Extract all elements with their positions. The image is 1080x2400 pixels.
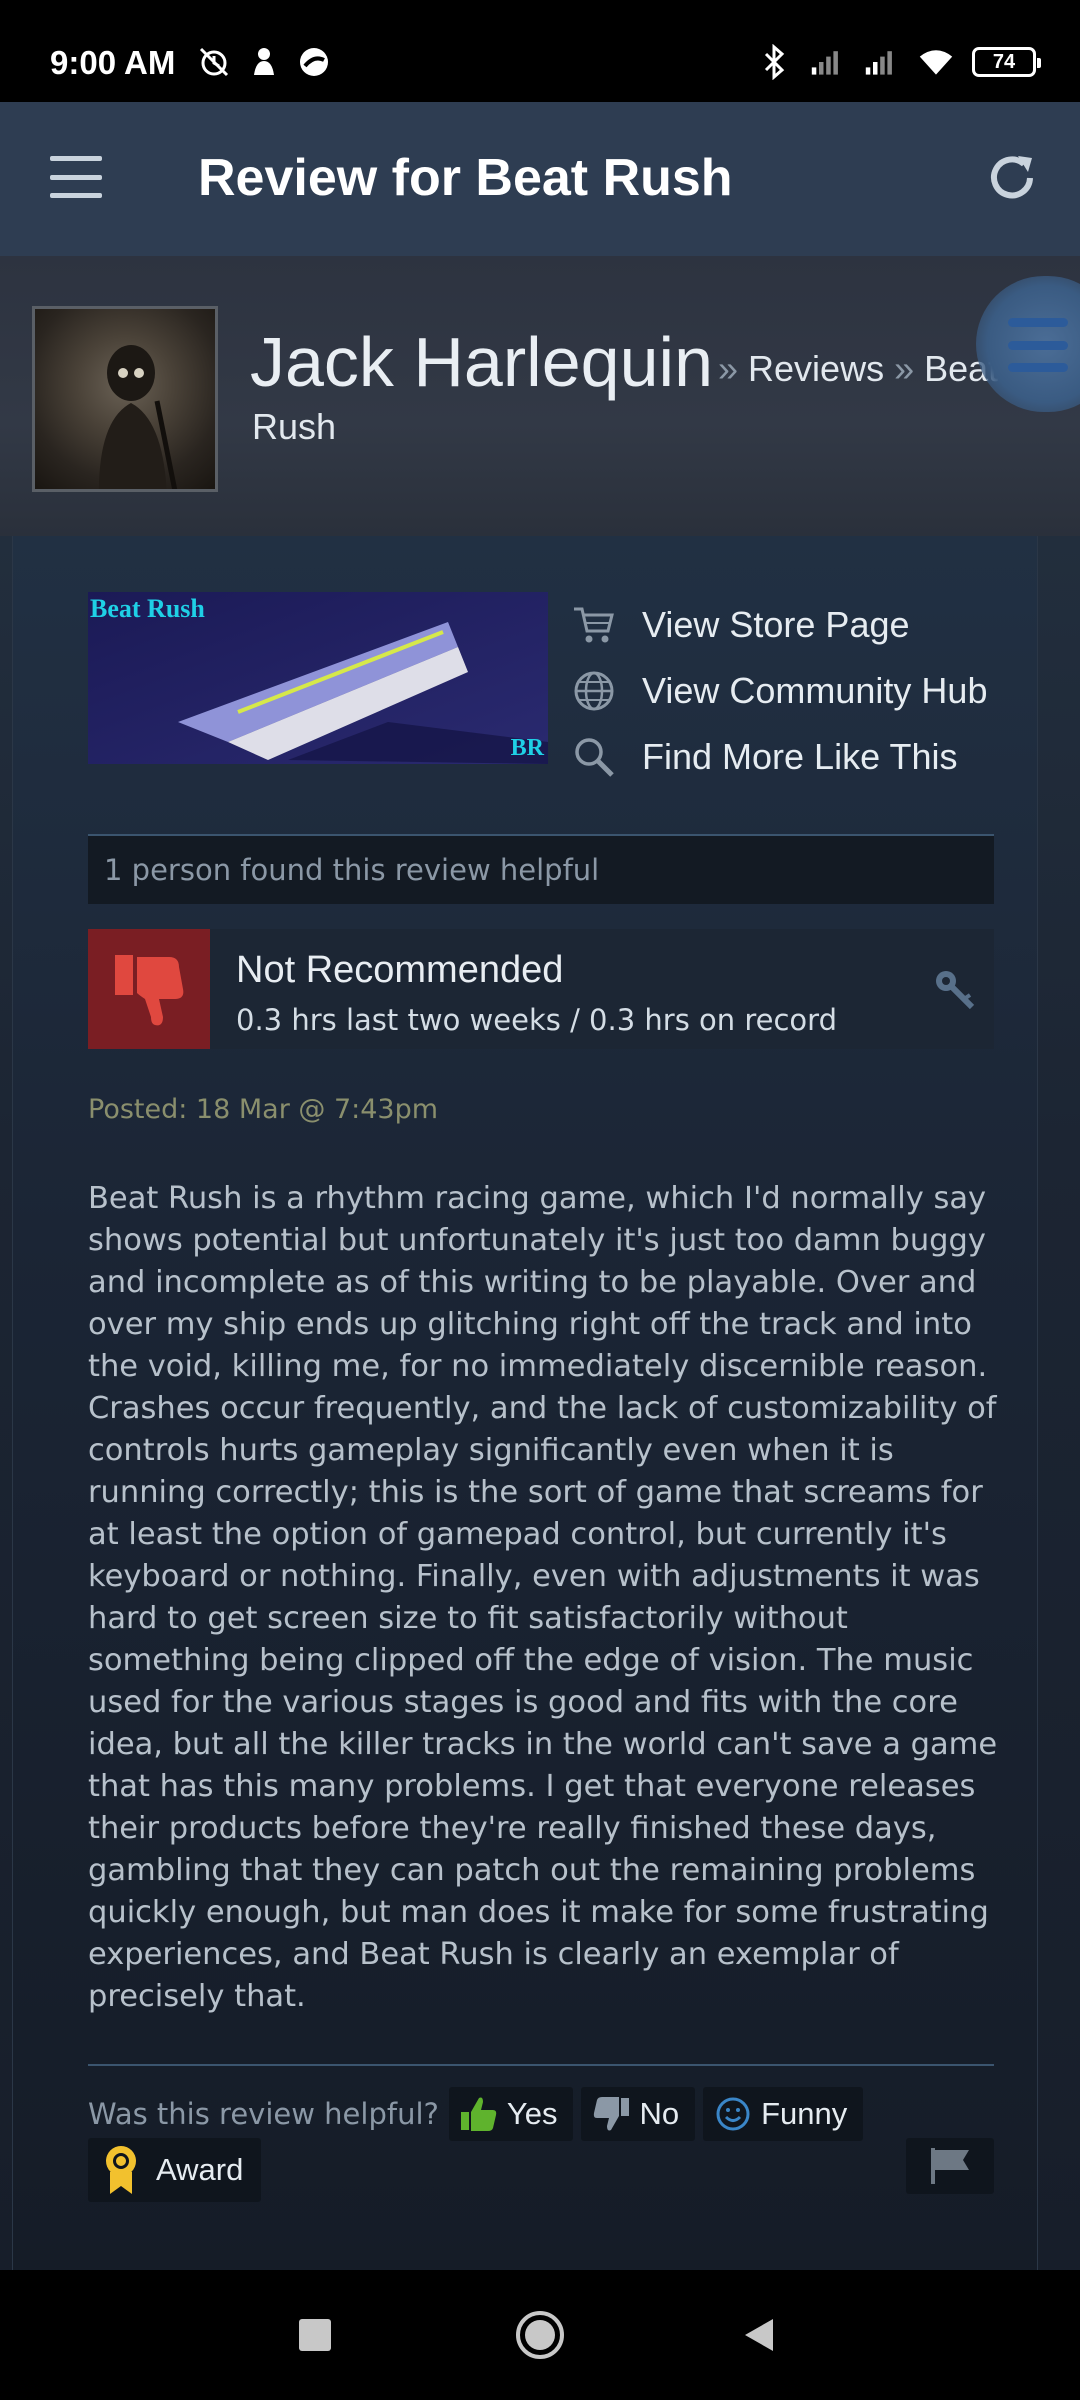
award-icon: [106, 2146, 136, 2194]
award-label: Award: [156, 2152, 244, 2187]
view-store-page-link[interactable]: View Store Page: [570, 592, 987, 658]
thumbs-down-icon: [591, 2094, 631, 2134]
funny-label: Funny: [761, 2096, 848, 2131]
key-icon: [932, 967, 980, 1015]
breadcrumb-reviews-link[interactable]: Reviews: [748, 348, 884, 389]
app-icon: [296, 44, 332, 80]
posted-date: Posted: 18 Mar @ 7:43pm: [88, 1094, 439, 1125]
square-icon: [299, 2319, 331, 2351]
app-header: Review for Beat Rush: [0, 102, 1080, 256]
game-capsule-image[interactable]: Beat Rush BR: [88, 592, 548, 764]
hamburger-menu-icon[interactable]: [46, 152, 106, 202]
recommendation-box: Not Recommended 0.3 hrs last two weeks /…: [88, 929, 994, 1049]
page-title: Review for Beat Rush: [198, 149, 733, 207]
profile-banner: Jack Harlequin » Reviews» Beat Rush: [0, 256, 1080, 536]
battery-icon: 74: [972, 47, 1041, 77]
breadcrumb-separator: »: [894, 348, 915, 389]
breadcrumb: » Reviews» Beat: [708, 348, 998, 390]
avatar[interactable]: [32, 306, 218, 492]
back-button[interactable]: [726, 2302, 792, 2368]
funny-button[interactable]: Funny: [703, 2087, 864, 2141]
home-circle-icon: [516, 2311, 564, 2359]
no-button[interactable]: No: [581, 2087, 696, 2141]
avatar-figure: [98, 345, 178, 489]
capsule-title: Beat Rush: [90, 594, 205, 623]
home-button[interactable]: [507, 2302, 573, 2368]
content-area: Beat Rush BR View Store Page View Commun…: [0, 536, 1080, 2270]
yes-button[interactable]: Yes: [448, 2087, 574, 2141]
playtime-hours: 0.3 hrs last two weeks / 0.3 hrs on reco…: [236, 1003, 837, 1037]
signal-icon: [810, 44, 846, 80]
find-more-like-this-label: Find More Like This: [642, 736, 958, 777]
helpful-count: 1 person found this review helpful: [88, 834, 994, 904]
wifi-icon: [918, 44, 954, 80]
capsule-badge: BR: [510, 735, 544, 761]
breadcrumb-separator: »: [718, 348, 739, 389]
thumbs-down-icon: [88, 929, 210, 1049]
profile-name[interactable]: Jack Harlequin: [250, 322, 713, 402]
yes-label: Yes: [506, 2096, 558, 2131]
status-icons-right: 74: [756, 44, 1041, 80]
signal-icon: [864, 44, 900, 80]
notification-icon: [246, 44, 282, 80]
bluetooth-icon: [756, 44, 792, 80]
refresh-icon[interactable]: [982, 148, 1042, 208]
game-links: View Store Page View Community Hub Find …: [570, 592, 987, 790]
alarm-off-icon: [196, 44, 232, 80]
award-button[interactable]: Award: [88, 2138, 262, 2202]
recommendation-verdict: Not Recommended: [236, 949, 564, 991]
back-triangle-icon: [745, 2319, 773, 2351]
recents-button[interactable]: [282, 2302, 348, 2368]
search-icon: [570, 733, 618, 781]
globe-icon: [570, 667, 618, 715]
breadcrumb-game-link-continued[interactable]: Rush: [252, 406, 336, 448]
helpful-vote-row: Was this review helpful? Yes No Funny: [88, 2084, 994, 2144]
view-store-page-label: View Store Page: [642, 604, 910, 645]
smiley-icon: [713, 2094, 753, 2134]
helpful-question: Was this review helpful?: [88, 2097, 439, 2131]
no-label: No: [639, 2096, 680, 2131]
view-community-hub-link[interactable]: View Community Hub: [570, 658, 987, 724]
status-time: 9:00 AM: [50, 44, 176, 81]
menu-icon: [1008, 318, 1068, 372]
floating-menu-button[interactable]: [976, 276, 1080, 412]
status-bar: 9:00 AM 74: [0, 0, 1080, 102]
cart-icon: [570, 601, 618, 649]
review-body: Beat Rush is a rhythm racing game, which…: [88, 1181, 998, 2014]
find-more-like-this-link[interactable]: Find More Like This: [570, 724, 987, 790]
status-icons-left: [196, 44, 332, 80]
thumbs-up-icon: [459, 2094, 499, 2134]
system-nav-bar: [0, 2270, 1080, 2400]
flag-icon: [931, 2148, 969, 2184]
divider: [88, 2064, 994, 2066]
view-community-hub-label: View Community Hub: [642, 670, 988, 711]
report-flag-button[interactable]: [906, 2138, 994, 2194]
